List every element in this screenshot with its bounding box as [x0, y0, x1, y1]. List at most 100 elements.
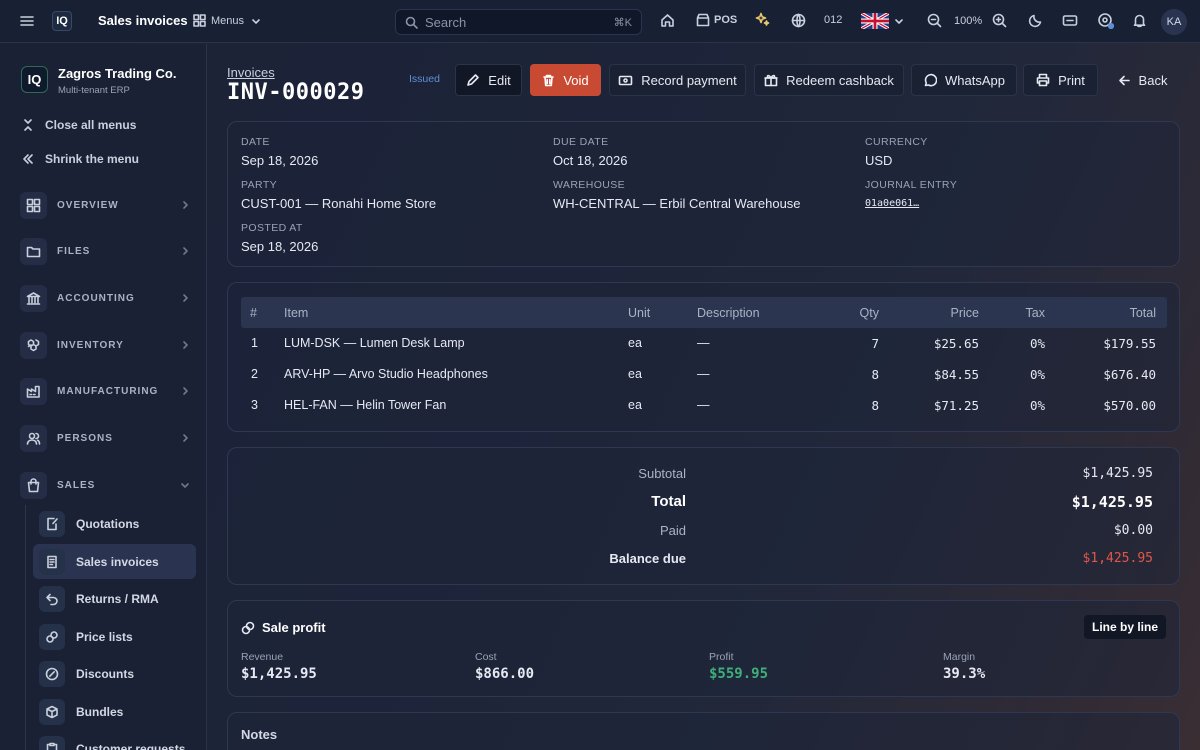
shrink-menu-button[interactable]: Shrink the menu	[21, 152, 139, 166]
company-brand[interactable]: IQ Zagros Trading Co. Multi-tenant ERP	[21, 66, 176, 96]
due-date-label: DUE DATE	[553, 136, 609, 148]
settings-notification-icon[interactable]	[1097, 12, 1114, 29]
sidebar-item-customer-requests[interactable]: Customer requests	[33, 731, 196, 750]
posted-at-label: POSTED AT	[241, 222, 303, 234]
currency-value: USD	[865, 153, 893, 168]
edit-button-label: Edit	[488, 72, 511, 88]
top-bar: IQ Sales invoices Menus ⌘K POS 012 1	[0, 0, 1200, 43]
nav-manufacturing[interactable]: MANUFACTURING	[20, 377, 190, 405]
row-tax: 0%	[1029, 367, 1045, 382]
totals-card: Subtotal $1,425.95 Total $1,425.95 Paid …	[227, 447, 1180, 585]
sidebar-item-bundles[interactable]: Bundles	[33, 694, 196, 729]
row-item: LUM-DSK — Lumen Desk Lamp	[284, 336, 465, 350]
row-price: $71.25	[933, 398, 979, 413]
row-item: HEL-FAN — Helin Tower Fan	[284, 398, 447, 412]
dark-mode-icon[interactable]	[1028, 13, 1043, 28]
profit-label: Profit	[709, 651, 734, 663]
row-unit: ea	[628, 398, 642, 412]
invoice-details-card: DATE Sep 18, 2026 DUE DATE Oct 18, 2026 …	[227, 121, 1180, 267]
sidebar-item-quotations-label: Quotations	[76, 516, 140, 531]
margin-value: 39.3%	[943, 666, 986, 682]
sidebar-item-returns[interactable]: Returns / RMA	[33, 581, 196, 616]
counter-badge[interactable]: 012	[824, 14, 842, 26]
row-tax: 0%	[1029, 398, 1045, 413]
sidebar-item-quotations[interactable]: Quotations	[33, 506, 196, 541]
printer-icon	[1036, 73, 1050, 87]
print-label: Print	[1058, 72, 1085, 88]
search-shortcut: ⌘K	[613, 16, 632, 29]
nav-persons[interactable]: PERSONS	[20, 424, 190, 452]
profit-value: $559.95	[709, 666, 769, 682]
sidebar-item-sales-invoices[interactable]: Sales invoices	[33, 544, 196, 579]
sidebar-item-price-lists[interactable]: Price lists	[33, 619, 196, 654]
back-label: Back	[1138, 72, 1168, 88]
menus-button[interactable]: Menus	[193, 14, 261, 27]
language-selector[interactable]	[861, 13, 904, 29]
row-description: —	[697, 398, 710, 412]
zoom-in-icon[interactable]	[992, 13, 1007, 28]
users-icon	[20, 424, 47, 452]
nav-inventory[interactable]: INVENTORY	[20, 331, 190, 359]
nav-sales[interactable]: SALES	[20, 471, 190, 499]
sidebar-item-returns-label: Returns / RMA	[76, 591, 159, 606]
sidebar-item-discounts-label: Discounts	[76, 666, 135, 681]
void-button[interactable]: Void	[530, 64, 601, 96]
company-subtitle: Multi-tenant ERP	[58, 85, 130, 96]
nav-overview[interactable]: OVERVIEW	[20, 191, 190, 219]
nav-files[interactable]: FILES	[20, 237, 190, 265]
sparkle-icon[interactable]	[755, 12, 770, 27]
tags-icon	[39, 623, 65, 650]
hamburger-menu-icon[interactable]	[20, 14, 34, 28]
journal-entry-link[interactable]: 01a0e061…	[865, 198, 919, 209]
warehouse-label: WAREHOUSE	[553, 179, 626, 191]
whatsapp-button[interactable]: WhatsApp	[911, 64, 1017, 96]
cash-icon	[618, 75, 633, 85]
close-all-menus-button[interactable]: Close all menus	[21, 118, 136, 132]
due-date-value: Oct 18, 2026	[553, 153, 628, 168]
col-unit: Unit	[628, 306, 651, 320]
sidebar: IQ Zagros Trading Co. Multi-tenant ERP C…	[0, 44, 207, 750]
print-button[interactable]: Print	[1023, 64, 1098, 96]
chevron-right-icon	[183, 201, 188, 209]
party-label: PARTY	[241, 179, 278, 191]
line-by-line-button[interactable]: Line by line	[1084, 615, 1166, 639]
app-logo: IQ	[52, 11, 72, 31]
cost-label: Cost	[475, 651, 497, 663]
row-description: —	[697, 367, 710, 381]
row-num: 1	[251, 336, 258, 350]
record-payment-button[interactable]: Record payment	[609, 64, 746, 96]
search-box[interactable]: ⌘K	[395, 9, 642, 35]
nav-accounting[interactable]: ACCOUNTING	[20, 284, 190, 312]
package-icon	[39, 698, 65, 725]
search-input[interactable]	[425, 14, 595, 30]
row-total: $179.55	[1103, 336, 1156, 351]
balance-due-label: Balance due	[609, 551, 686, 566]
gift-icon	[764, 74, 778, 87]
redeem-cashback-button[interactable]: Redeem cashback	[754, 64, 904, 96]
home-icon[interactable]	[660, 13, 675, 28]
chevron-down-icon	[895, 19, 903, 24]
sale-profit-header: Sale profit	[241, 620, 326, 635]
store-icon	[696, 13, 710, 27]
ticket-icon[interactable]	[1062, 13, 1078, 28]
user-avatar[interactable]: KA	[1161, 9, 1187, 35]
margin-label: Margin	[943, 651, 976, 663]
back-button[interactable]: Back	[1105, 64, 1180, 96]
row-price: $25.65	[933, 336, 979, 351]
factory-icon	[20, 377, 47, 405]
col-total: Total	[1129, 306, 1156, 320]
discount-icon	[39, 660, 65, 687]
row-total: $570.00	[1103, 398, 1156, 413]
coins-icon	[241, 621, 255, 634]
sidebar-item-discounts[interactable]: Discounts	[33, 656, 196, 691]
bell-icon[interactable]	[1132, 13, 1147, 28]
col-item: Item	[284, 306, 309, 320]
pos-button[interactable]: POS	[696, 13, 737, 27]
breadcrumb-invoices[interactable]: Invoices	[227, 65, 275, 80]
edit-button[interactable]: Edit	[455, 64, 522, 96]
zoom-out-icon[interactable]	[927, 13, 942, 28]
row-qty: 8	[871, 367, 879, 382]
row-total: $676.40	[1103, 367, 1156, 382]
row-tax: 0%	[1029, 336, 1045, 351]
globe-icon[interactable]	[791, 13, 806, 28]
